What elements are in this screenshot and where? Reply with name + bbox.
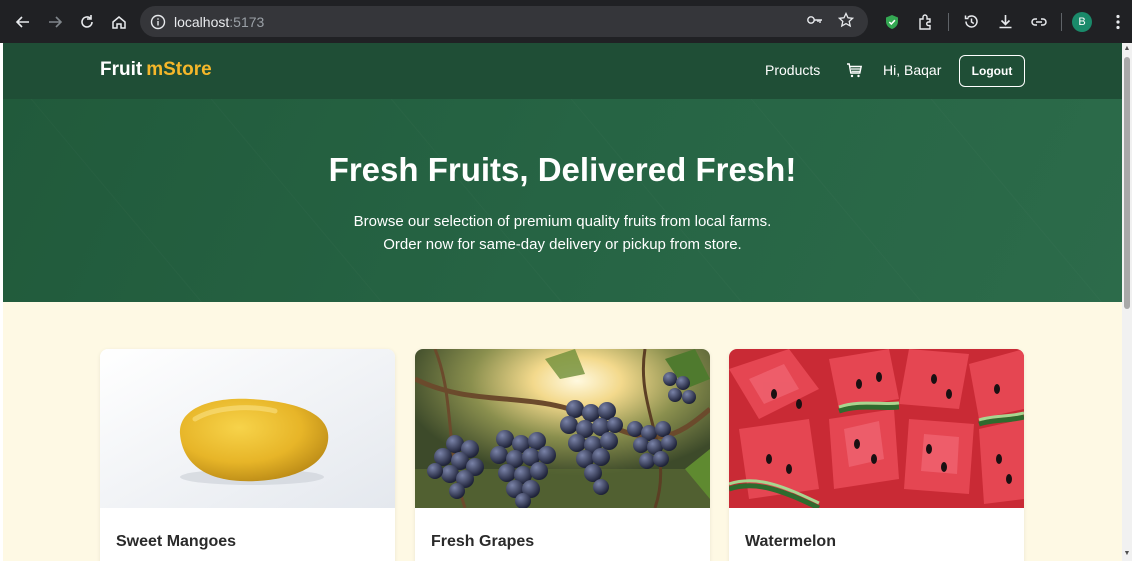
download-icon[interactable] (993, 10, 1017, 34)
history-icon[interactable] (959, 10, 983, 34)
toolbar-separator (948, 12, 949, 31)
product-card-mangoes[interactable]: Sweet Mangoes (100, 349, 395, 561)
scroll-down-arrow-icon[interactable]: ▼ (1123, 550, 1131, 558)
product-title: Watermelon (745, 533, 836, 550)
watermelon-image (729, 349, 1024, 508)
page-scrollbar[interactable]: ▲ ▼ (1122, 43, 1132, 561)
reload-icon (81, 14, 93, 28)
extensions-puzzle-icon[interactable] (914, 10, 938, 34)
browser-toolbar: localhost:5173 B (0, 0, 1132, 43)
site-info-icon[interactable] (144, 8, 172, 36)
site-header: Fruit mStore Products Hi, Baqar Logout (3, 43, 1122, 99)
home-button[interactable] (104, 7, 134, 37)
nav-products-link[interactable]: Products (765, 62, 820, 78)
toolbar-separator (1061, 12, 1062, 31)
more-menu-icon[interactable] (1106, 10, 1130, 34)
password-key-icon[interactable] (806, 13, 824, 31)
address-bar[interactable]: localhost:5173 (140, 6, 868, 37)
forward-button[interactable] (40, 7, 70, 37)
shield-extension-icon[interactable] (880, 10, 904, 34)
reload-button[interactable] (72, 7, 102, 37)
url-host: localhost (174, 13, 230, 30)
hero-banner: Fresh Fruits, Delivered Fresh! Browse ou… (3, 99, 1122, 302)
link-icon[interactable] (1027, 10, 1051, 34)
home-icon (112, 15, 126, 29)
arrow-right-icon (49, 15, 63, 28)
scroll-up-arrow-icon[interactable]: ▲ (1123, 45, 1131, 53)
user-greeting: Hi, Baqar (883, 62, 942, 78)
mango-image (100, 349, 395, 508)
logo-main-text: Fruit (100, 59, 143, 80)
product-title: Sweet Mangoes (116, 533, 237, 550)
page-viewport: Fruit mStore Products Hi, Baqar Logout Fr… (3, 43, 1122, 561)
profile-avatar[interactable]: B (1072, 11, 1092, 32)
cart-icon[interactable] (845, 61, 863, 79)
scroll-thumb[interactable] (1124, 57, 1130, 309)
hero-subtitle-line-2: Order now for same-day delivery or picku… (383, 236, 742, 253)
product-card-watermelon[interactable]: Watermelon (729, 349, 1024, 561)
hero-pattern (914, 99, 1122, 302)
hero-pattern (374, 99, 593, 302)
hero-pattern (734, 99, 953, 302)
arrow-left-icon (15, 15, 29, 28)
url-port: :5173 (229, 13, 265, 30)
hero-pattern (554, 99, 773, 302)
hero-pattern (194, 99, 413, 302)
grapes-image (415, 349, 710, 508)
site-logo[interactable]: Fruit mStore (100, 59, 212, 81)
hero-title: Fresh Fruits, Delivered Fresh! (328, 151, 797, 188)
logout-button[interactable]: Logout (959, 55, 1025, 87)
hero-subtitle: Browse our selection of premium quality … (3, 210, 1122, 256)
back-button[interactable] (8, 7, 38, 37)
hero-pattern (14, 99, 233, 302)
product-card-grapes[interactable]: Fresh Grapes (415, 349, 710, 561)
hero-subtitle-line-1: Browse our selection of premium quality … (353, 213, 772, 230)
logo-accent-text: mStore (146, 59, 212, 80)
product-title: Fresh Grapes (431, 533, 535, 550)
bookmark-star-icon[interactable] (837, 11, 855, 32)
